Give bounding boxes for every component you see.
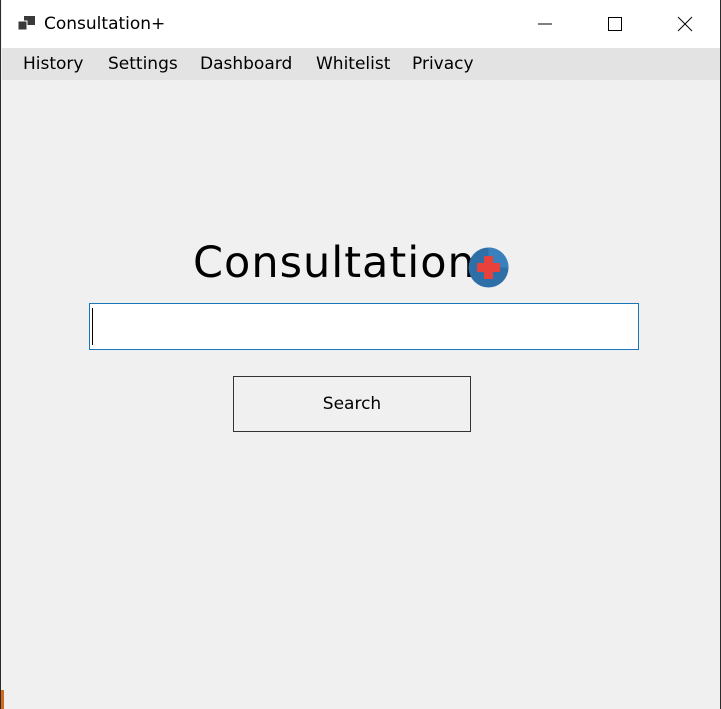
search-button[interactable]: Search [233,376,471,432]
menu-item-whitelist[interactable]: Whitelist [316,54,390,74]
app-icon [18,16,35,31]
search-input[interactable] [89,303,639,350]
window-title: Consultation+ [44,14,166,34]
menu-item-history[interactable]: History [23,54,83,74]
medical-cross-icon [468,247,509,288]
menu-item-privacy[interactable]: Privacy [412,54,474,74]
minimize-icon [538,23,552,25]
minimize-button[interactable] [522,0,568,48]
menu-item-dashboard[interactable]: Dashboard [200,54,292,74]
close-icon [677,16,693,32]
maximize-button[interactable] [592,0,638,48]
menu-bar: History Settings Dashboard Whitelist Pri… [2,48,720,80]
maximize-icon [608,17,622,31]
app-window: Consultation+ History Settings Dashboard… [0,0,721,709]
close-button[interactable] [662,0,708,48]
menu-item-settings[interactable]: Settings [108,54,178,74]
text-caret [92,308,93,345]
title-bar[interactable]: Consultation+ [2,0,720,48]
page-title: Consultation [193,238,476,288]
background-edge [1,690,4,709]
